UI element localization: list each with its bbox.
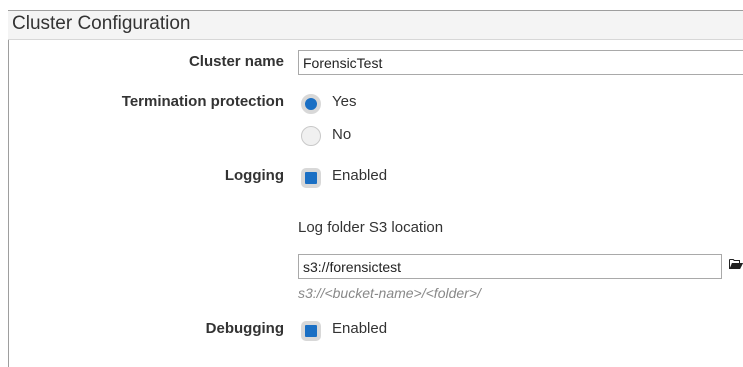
termination-yes-label[interactable]: Yes	[332, 93, 356, 110]
cluster-name-input[interactable]	[298, 50, 743, 75]
log-folder-hint: s3://<bucket-name>/<folder>/	[298, 285, 481, 301]
termination-protection-label: Termination protection	[121, 93, 284, 110]
section-title: Cluster Configuration	[12, 13, 191, 34]
folder-icon[interactable]	[729, 257, 743, 271]
cluster-name-label: Cluster name	[188, 53, 284, 70]
cluster-configuration-panel: Cluster Configuration Cluster name Termi…	[0, 0, 743, 367]
log-folder-label: Log folder S3 location	[298, 219, 444, 236]
log-folder-input[interactable]	[298, 254, 722, 279]
section-header: Cluster Configuration	[8, 10, 743, 40]
logging-label: Logging	[224, 167, 284, 184]
termination-no-label[interactable]: No	[332, 126, 351, 143]
panel-left-border	[8, 10, 9, 367]
debugging-label: Debugging	[205, 320, 284, 337]
logging-enabled-label[interactable]: Enabled	[332, 167, 387, 184]
debugging-enabled-label[interactable]: Enabled	[332, 320, 387, 337]
termination-no-radio[interactable]	[301, 126, 321, 146]
logging-enabled-checkbox[interactable]	[301, 168, 321, 188]
termination-yes-radio[interactable]	[301, 94, 321, 114]
debugging-enabled-checkbox[interactable]	[301, 321, 321, 341]
